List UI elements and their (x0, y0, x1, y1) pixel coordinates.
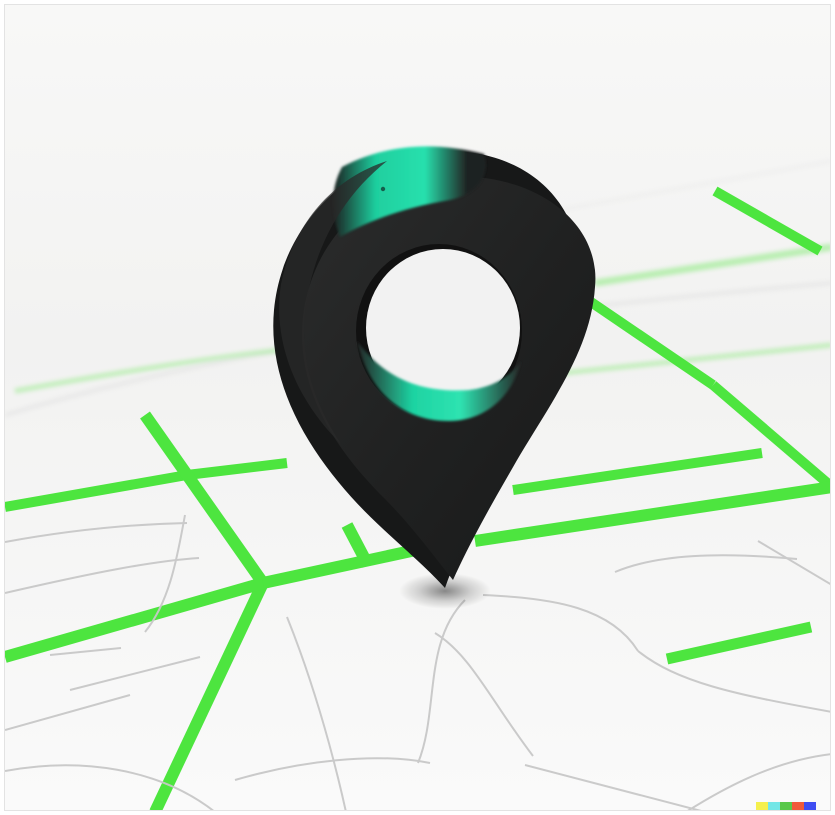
watermark-red (792, 802, 804, 810)
image-frame (0, 0, 835, 815)
watermark-blue (804, 802, 816, 810)
watermark-green (780, 802, 792, 810)
pin-small-dot (380, 186, 386, 192)
map-illustration-svg (5, 5, 830, 810)
color-watermark (756, 802, 816, 810)
watermark-yellow (756, 802, 768, 810)
map-pin-illustration (4, 4, 831, 811)
watermark-cyan (768, 802, 780, 810)
